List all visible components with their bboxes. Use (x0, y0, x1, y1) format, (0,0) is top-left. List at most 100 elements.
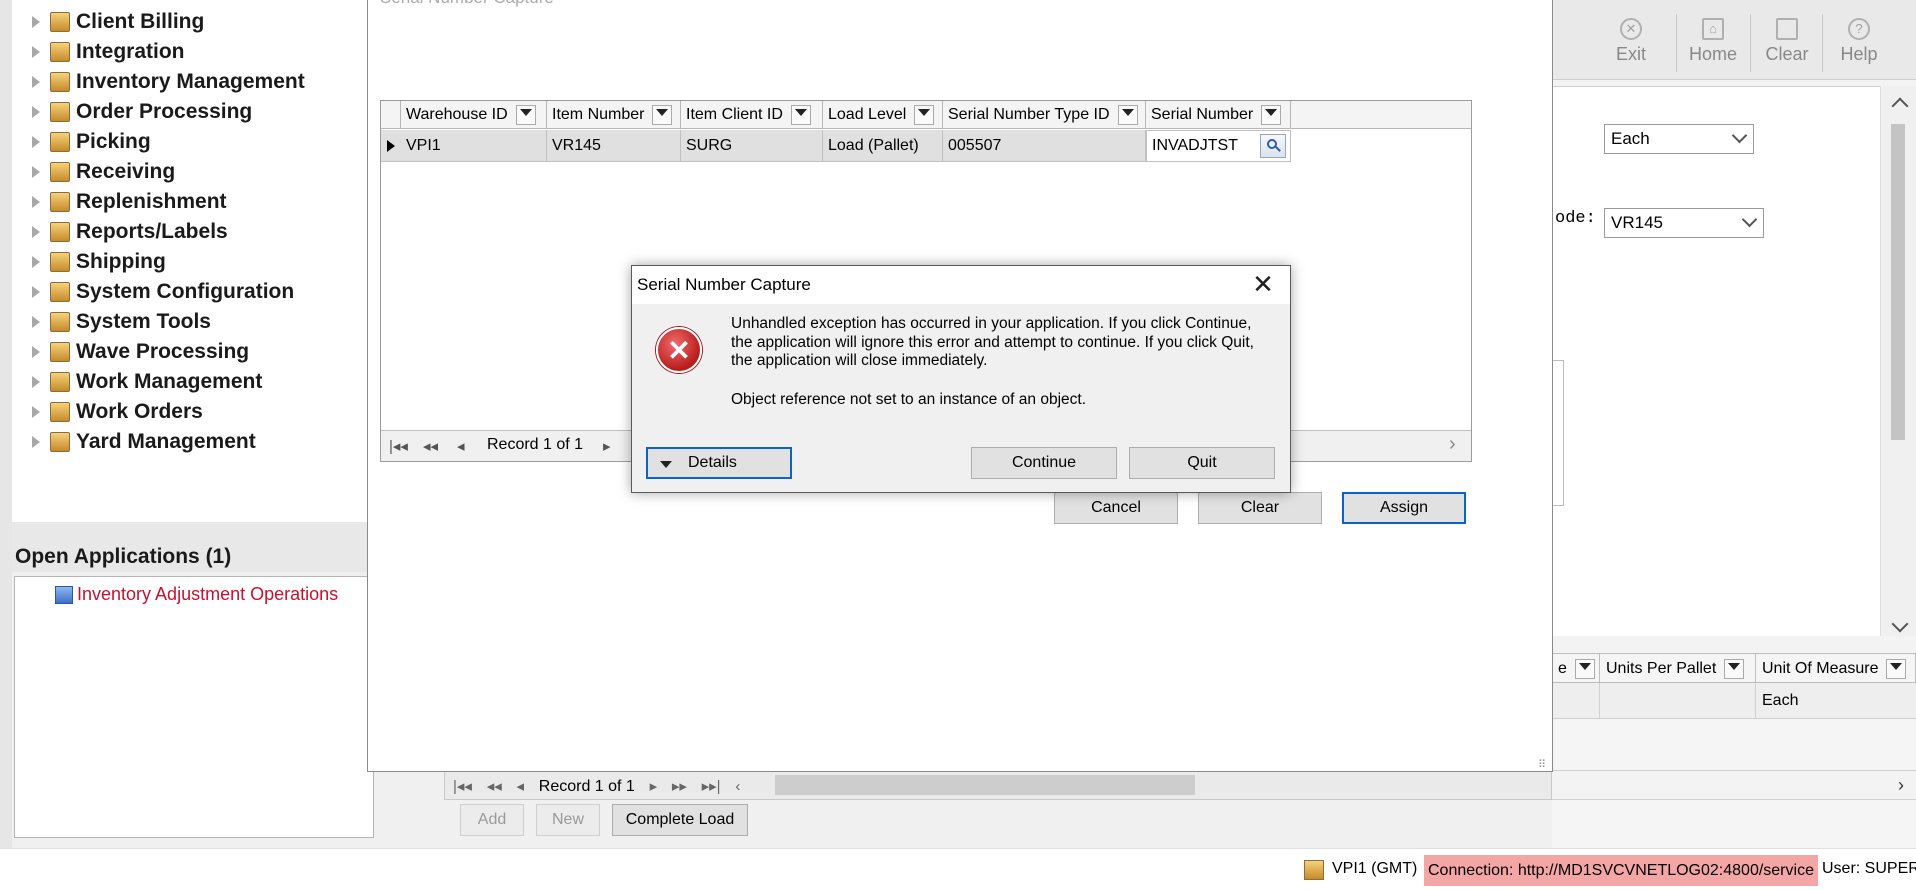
cell-item-number: VR145 (547, 130, 681, 162)
nav-item-order-processing[interactable]: Order Processing (32, 98, 252, 126)
nav-item-wave-processing[interactable]: Wave Processing (32, 338, 249, 366)
dropdown-icon[interactable] (1574, 658, 1595, 679)
dropdown-icon[interactable] (1117, 104, 1138, 125)
resize-grip-icon[interactable]: ⠿ (1538, 758, 1550, 771)
dropdown-icon[interactable] (790, 104, 811, 125)
record-indicator: Record 1 of 1 (538, 778, 635, 795)
expand-arrow-icon[interactable] (32, 256, 40, 268)
dialog-message: Unhandled exception has occurred in your… (731, 315, 1254, 369)
expand-arrow-icon[interactable] (32, 106, 40, 118)
expand-arrow-icon[interactable] (32, 196, 40, 208)
complete-load-button[interactable]: Complete Load (612, 804, 748, 836)
expand-arrow-icon[interactable] (32, 436, 40, 448)
nav-item-client-billing[interactable]: Client Billing (32, 8, 204, 36)
scroll-up-icon[interactable] (1891, 97, 1909, 115)
open-app-inventory-adjustment[interactable]: Inventory Adjustment Operations (55, 584, 338, 605)
site-status: VPI1 (GMT) (1332, 860, 1418, 877)
nav-item-replenishment[interactable]: Replenishment (32, 188, 227, 216)
prev-page-icon[interactable]: ◂ (517, 777, 525, 795)
col-header-item-client-id[interactable]: Item Client ID (681, 101, 823, 129)
prev-page-icon[interactable]: ◂ (457, 437, 465, 455)
prev-page-fast-icon[interactable]: ◂◂ (423, 437, 438, 455)
col-header-serial-number[interactable]: Serial Number (1146, 101, 1291, 129)
next-page-fast-icon[interactable]: ▸▸ (672, 777, 687, 795)
col-header-unit-of-measure[interactable]: Unit Of Measure (1756, 654, 1916, 684)
lines-pager: |◂◂ ◂◂ ◂ Record 1 of 1 ▸ ▸▸ ▸▸| ‹ (444, 770, 1552, 800)
expand-arrow-icon[interactable] (32, 16, 40, 28)
unit-of-measure-select[interactable]: Each (1604, 124, 1754, 154)
dropdown-icon[interactable] (652, 104, 673, 125)
adjustment-form (1552, 86, 1916, 636)
package-icon (50, 162, 70, 182)
quit-button[interactable]: Quit (1129, 447, 1275, 479)
clear-toolbar-button[interactable]: Clear (1754, 14, 1820, 72)
form-scrollbar[interactable] (1880, 86, 1916, 636)
nav-item-shipping[interactable]: Shipping (32, 248, 166, 276)
clear-button[interactable]: Clear (1198, 492, 1322, 524)
col-header-load-level[interactable]: Load Level (823, 101, 943, 129)
nav-item-reports-labels[interactable]: Reports/Labels (32, 218, 228, 246)
col-header-serial-number-type-id[interactable]: Serial Number Type ID (943, 101, 1146, 129)
scroll-left-icon[interactable]: ‹ (735, 778, 740, 795)
expand-arrow-icon[interactable] (32, 346, 40, 358)
col-header-item-number[interactable]: Item Number (547, 101, 681, 129)
dropdown-icon[interactable] (914, 104, 935, 125)
expand-arrow-icon[interactable] (32, 46, 40, 58)
scroll-right-icon[interactable]: › (1898, 775, 1904, 796)
item-code-select[interactable]: VR145 (1604, 208, 1764, 238)
scroll-down-icon[interactable] (1891, 615, 1909, 633)
home-button[interactable]: ⌂ Home (1680, 14, 1746, 72)
scroll-right-icon[interactable]: › (1449, 433, 1456, 456)
next-page-icon[interactable]: ▸ (650, 777, 658, 795)
nav-item-system-configuration[interactable]: System Configuration (32, 278, 294, 306)
toolbox-icon (50, 42, 70, 62)
serial-lookup-button[interactable] (1260, 134, 1286, 158)
first-page-icon[interactable]: |◂◂ (389, 437, 408, 455)
serial-grid-header: Warehouse ID Item Number Item Client ID … (381, 101, 1471, 129)
billing-icon (50, 12, 70, 32)
dropdown-icon[interactable] (1886, 658, 1907, 679)
nav-item-work-management[interactable]: Work Management (32, 368, 262, 396)
nav-item-receiving[interactable]: Receiving (32, 158, 175, 186)
nav-item-picking[interactable]: Picking (32, 128, 151, 156)
nav-item-inventory-management[interactable]: Inventory Management (32, 68, 305, 96)
close-icon[interactable]: ✕ (1248, 270, 1278, 300)
col-header-units-per-pallet[interactable]: Units Per Pallet (1600, 654, 1756, 684)
dropdown-icon[interactable] (1261, 104, 1282, 125)
horizontal-scroll-thumb[interactable] (775, 775, 1195, 795)
scroll-thumb[interactable] (1891, 124, 1905, 440)
dropdown-icon[interactable] (515, 104, 536, 125)
first-page-icon[interactable]: |◂◂ (453, 777, 472, 795)
exit-button[interactable]: ✕ Exit (1598, 14, 1664, 72)
clipboard-icon (50, 372, 70, 392)
expand-arrow-icon[interactable] (32, 376, 40, 388)
help-button[interactable]: ? Help (1826, 14, 1892, 72)
col-header-warehouse-id[interactable]: Warehouse ID (401, 101, 547, 129)
document-icon (50, 102, 70, 122)
new-button[interactable]: New (536, 804, 600, 836)
expand-arrow-icon[interactable] (32, 406, 40, 418)
col-header-partial[interactable]: e (1552, 654, 1600, 684)
nav-item-integration[interactable]: Integration (32, 38, 185, 66)
last-page-icon[interactable]: ▸▸| (702, 777, 721, 795)
expand-arrow-icon[interactable] (32, 166, 40, 178)
add-button[interactable]: Add (460, 804, 524, 836)
next-page-icon[interactable]: ▸ (603, 437, 611, 455)
table-row[interactable]: Each (1552, 683, 1916, 719)
dialog-title: Serial Number Capture (637, 275, 811, 294)
main-toolbar: ✕ Exit ⌂ Home Clear ? Help (1552, 0, 1916, 80)
expand-arrow-icon[interactable] (32, 76, 40, 88)
nav-item-system-tools[interactable]: System Tools (32, 308, 211, 336)
expand-arrow-icon[interactable] (32, 316, 40, 328)
cancel-button[interactable]: Cancel (1054, 492, 1178, 524)
dropdown-icon[interactable] (1724, 658, 1745, 679)
prev-page-fast-icon[interactable]: ◂◂ (487, 777, 502, 795)
nav-item-yard-management[interactable]: Yard Management (32, 428, 256, 456)
expand-arrow-icon[interactable] (32, 136, 40, 148)
details-button[interactable]: Details (646, 447, 792, 479)
assign-button[interactable]: Assign (1342, 492, 1466, 524)
nav-item-work-orders[interactable]: Work Orders (32, 398, 203, 426)
expand-arrow-icon[interactable] (32, 286, 40, 298)
continue-button[interactable]: Continue (971, 447, 1117, 479)
expand-arrow-icon[interactable] (32, 226, 40, 238)
